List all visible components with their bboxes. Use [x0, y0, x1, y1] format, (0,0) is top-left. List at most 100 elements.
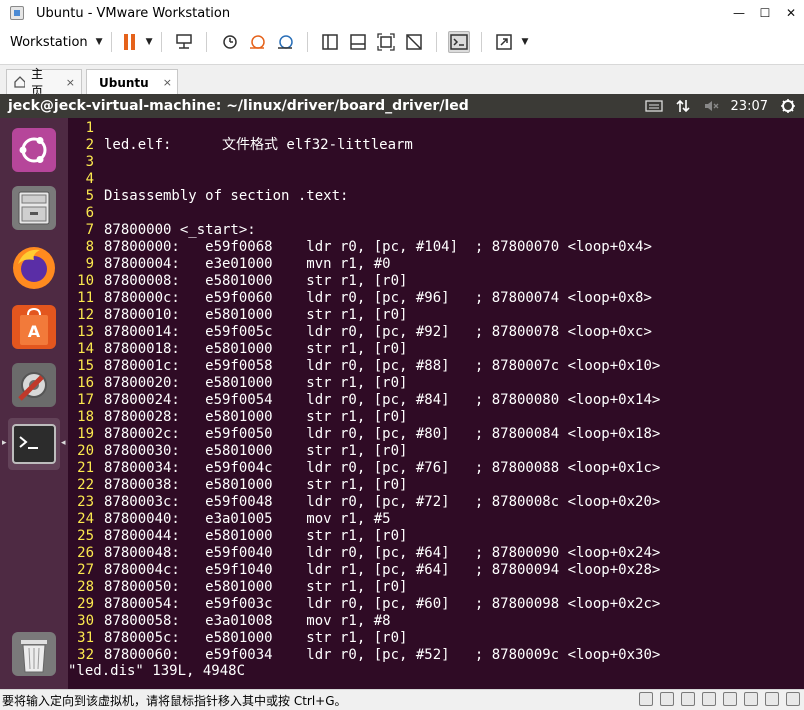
terminal-line: 17 87800024: e59f0054 ldr r0, [pc, #84] ;…	[68, 392, 660, 409]
terminal-prompt-icon	[449, 34, 468, 50]
launcher-software-button[interactable]: A	[8, 301, 60, 353]
stretch-guest-button[interactable]	[493, 31, 515, 53]
line-number: 11	[77, 290, 94, 306]
cd-drive-icon[interactable]	[660, 692, 674, 706]
toolbar: Workstation ▼ ▼ ▼	[0, 26, 804, 58]
terminal-line: 7 87800000 <_start>:	[68, 222, 256, 239]
close-button[interactable]: ✕	[778, 0, 804, 26]
line-number: 3	[85, 154, 94, 170]
ubuntu-top-bar: jeck@jeck-virtual-machine: ~/linux/drive…	[0, 94, 804, 118]
line-number: 18	[77, 409, 94, 425]
line-number: 32	[77, 647, 94, 663]
line-number: 25	[77, 528, 94, 544]
terminal-line: 18 87800028: e5801000 str r1, [r0]	[68, 409, 407, 426]
minimize-button[interactable]: —	[726, 0, 752, 26]
stretch-dropdown-icon[interactable]: ▼	[522, 37, 529, 47]
terminal-line: 8 87800000: e59f0068 ldr r0, [pc, #104] ;…	[68, 239, 652, 256]
printer-icon[interactable]	[744, 692, 758, 706]
terminal-line: 28 87800050: e5801000 str r1, [r0]	[68, 579, 407, 596]
terminal-line: 2 led.elf: 文件格式 elf32-littlearm	[68, 137, 413, 154]
launcher-files-button[interactable]	[8, 182, 60, 234]
line-text: 87800008: e5801000 str r1, [r0]	[104, 273, 408, 289]
tab-ubuntu[interactable]: Ubuntu ×	[86, 69, 178, 95]
console-view-button[interactable]	[447, 31, 470, 53]
line-text: 87800010: e5801000 str r1, [r0]	[104, 307, 408, 323]
terminal-line: 25 87800044: e5801000 str r1, [r0]	[68, 528, 407, 545]
terminal-line: 29 87800054: e59f003c ldr r0, [pc, #60] ;…	[68, 596, 660, 613]
revert-snapshot-button[interactable]	[246, 31, 268, 53]
launcher-settings-button[interactable]	[8, 359, 60, 411]
line-number: 9	[85, 256, 94, 272]
sound-icon[interactable]	[723, 692, 737, 706]
show-library-button[interactable]	[319, 31, 341, 53]
unity-mode-button[interactable]	[403, 31, 425, 53]
close-icon[interactable]: ×	[66, 76, 75, 89]
clock[interactable]: 23:07	[731, 99, 768, 114]
power-gear-icon[interactable]	[780, 98, 796, 114]
display-icon[interactable]	[765, 692, 779, 706]
line-text: 87800054: e59f003c ldr r0, [pc, #60] ; 8…	[104, 596, 661, 612]
network-adapter-icon[interactable]	[681, 692, 695, 706]
line-text: 8780004c: e59f1040 ldr r1, [pc, #64] ; 8…	[104, 562, 661, 578]
window-title-bar: Ubuntu - VMware Workstation — ☐ ✕	[0, 0, 804, 26]
pause-icon	[124, 34, 129, 50]
terminal-line: 14 87800018: e5801000 str r1, [r0]	[68, 341, 407, 358]
terminal-line: 9 87800004: e3e01000 mvn r1, #0	[68, 256, 391, 273]
show-thumbnail-bar-button[interactable]	[347, 31, 369, 53]
launcher-trash-button[interactable]	[8, 628, 60, 680]
keyboard-icon[interactable]	[644, 99, 663, 113]
terminal-line: 5 Disassembly of section .text:	[68, 188, 349, 205]
terminal-icon	[12, 424, 56, 464]
terminal-line: 22 87800038: e5801000 str r1, [r0]	[68, 477, 407, 494]
line-number: 13	[77, 324, 94, 340]
line-number: 16	[77, 375, 94, 391]
power-dropdown-icon[interactable]: ▼	[146, 37, 153, 47]
launcher-terminal-button[interactable]	[8, 418, 60, 470]
toolbar-divider	[160, 32, 162, 52]
line-text: 87800040: e3a01005 mov r1, #5	[104, 511, 391, 527]
ubuntu-logo-icon	[12, 128, 56, 172]
active-indicator-right: ◂	[61, 438, 66, 448]
send-ctrl-alt-del-button[interactable]	[173, 31, 195, 53]
hard-disk-icon[interactable]	[639, 692, 653, 706]
line-text: 87800004: e3e01000 mvn r1, #0	[104, 256, 391, 272]
line-text: 87800030: e5801000 str r1, [r0]	[104, 443, 408, 459]
line-number: 6	[85, 205, 94, 221]
network-arrows-icon[interactable]	[675, 98, 691, 114]
launcher-firefox-button[interactable]	[8, 242, 60, 294]
workstation-menu[interactable]: Workstation ▼	[10, 35, 103, 50]
trash-icon	[12, 632, 56, 676]
tab-bar: 主页 × Ubuntu ×	[0, 64, 804, 98]
line-number: 12	[77, 307, 94, 323]
line-number: 31	[77, 630, 94, 646]
launcher-dash-button[interactable]	[8, 124, 60, 176]
snapshot-button[interactable]	[218, 31, 240, 53]
volume-muted-icon[interactable]	[703, 99, 719, 113]
terminal-line: 1	[68, 120, 104, 137]
usb-icon[interactable]	[702, 692, 716, 706]
terminal-line: 21 87800034: e59f004c ldr r0, [pc, #76] ;…	[68, 460, 660, 477]
toolbar-divider	[306, 32, 308, 52]
line-number: 28	[77, 579, 94, 595]
snapshot-manager-button[interactable]	[274, 31, 296, 53]
line-number: 15	[77, 358, 94, 374]
line-number: 1	[85, 120, 94, 136]
line-number: 29	[77, 596, 94, 612]
stretch-icon	[495, 34, 512, 50]
pause-button[interactable]	[123, 31, 137, 53]
status-message: 要将输入定向到该虚拟机，请将鼠标指针移入其中或按 Ctrl+G。	[2, 693, 347, 708]
full-screen-button[interactable]	[375, 31, 397, 53]
close-icon[interactable]: ×	[163, 76, 172, 89]
maximize-button[interactable]: ☐	[752, 0, 778, 26]
messages-icon[interactable]	[786, 692, 800, 706]
line-text: 87800000: e59f0068 ldr r0, [pc, #104] ; …	[104, 239, 652, 255]
line-number: 2	[85, 137, 94, 153]
terminal-line: 13 87800014: e59f005c ldr r0, [pc, #92] ;…	[68, 324, 652, 341]
terminal-content[interactable]: 1 2 led.elf: 文件格式 elf32-littlearm 3 4 5 Disass…	[68, 118, 804, 689]
tab-home[interactable]: 主页 ×	[6, 67, 82, 98]
software-center-bag-icon: A	[12, 305, 56, 349]
line-text: 87800044: e5801000 str r1, [r0]	[104, 528, 408, 544]
line-number: 8	[85, 239, 94, 255]
line-text: led.elf: 文件格式 elf32-littlearm	[104, 137, 413, 153]
line-text: 8780002c: e59f0050 ldr r0, [pc, #80] ; 8…	[104, 426, 661, 442]
